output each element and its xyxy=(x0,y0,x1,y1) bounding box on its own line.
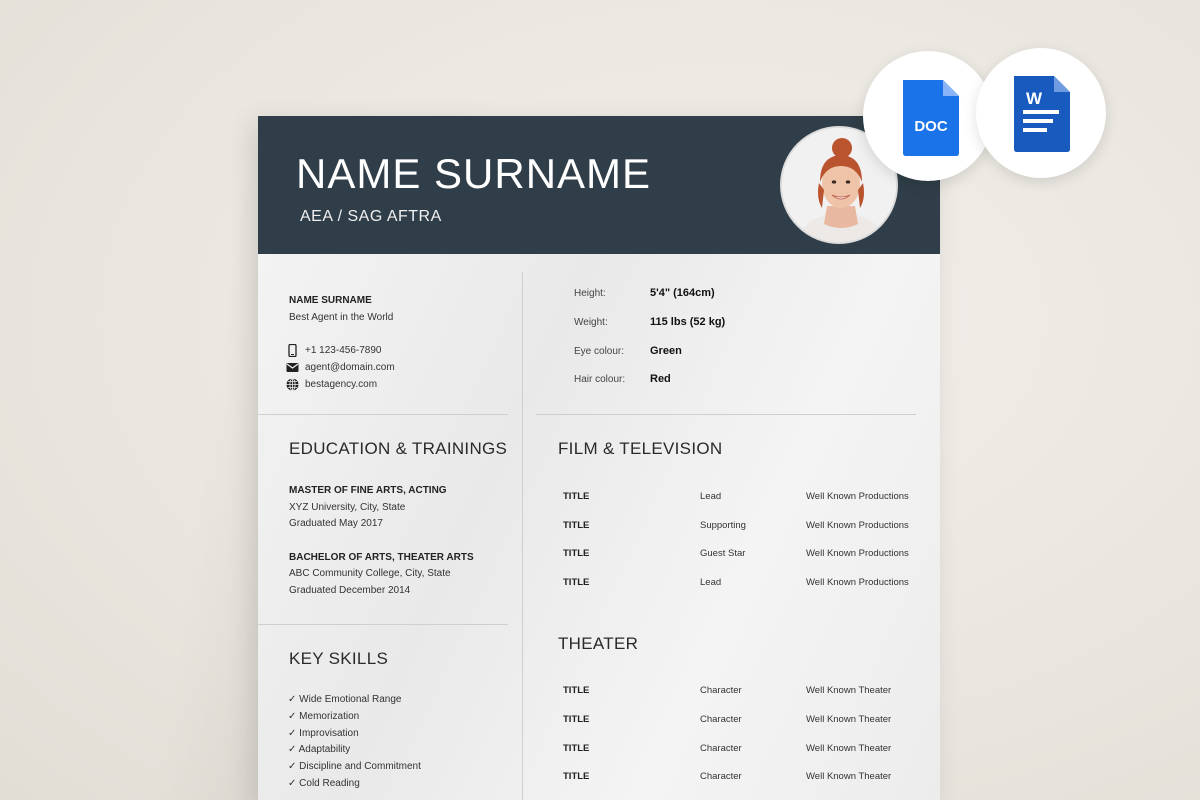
globe-icon xyxy=(286,378,299,391)
ms-word-icon: W xyxy=(1014,76,1070,152)
film-row-2-production: Well Known Productions xyxy=(806,520,909,531)
skill-label: Memorization xyxy=(299,711,360,722)
theater-row-4-title: TITLE xyxy=(563,771,590,782)
skill-label: Wide Emotional Range xyxy=(299,694,402,705)
stat-value-weight: 115 lbs (52 kg) xyxy=(650,316,726,328)
skills-title: KEY SKILLS xyxy=(289,649,389,668)
film-row-4-role: Lead xyxy=(700,577,722,588)
skill-item: ✓ Cold Reading xyxy=(288,778,360,789)
theater-row-2-production: Well Known Theater xyxy=(806,714,892,725)
theater-row-2-title: TITLE xyxy=(563,714,590,725)
film-row-2-title: TITLE xyxy=(563,520,590,531)
edu-1-school: XYZ University, City, State xyxy=(289,502,406,513)
film-row-3-production: Well Known Productions xyxy=(806,548,909,559)
resume-page: NAME SURNAME AEA / SAG AFTRA NAME SURNAM… xyxy=(258,116,940,800)
email-icon xyxy=(286,363,299,372)
theater-row-4-role: Character xyxy=(700,771,742,782)
column-divider xyxy=(522,272,523,800)
email-text: agent@domain.com xyxy=(305,362,395,373)
skill-label: Adaptability xyxy=(298,744,351,755)
film-row-1-title: TITLE xyxy=(563,491,590,502)
website-text: bestagency.com xyxy=(305,379,378,390)
contact-agent: Best Agent in the World xyxy=(289,312,394,323)
theater-row-1-production: Well Known Theater xyxy=(806,685,892,696)
edu-2-date: Graduated December 2014 xyxy=(289,585,411,596)
film-row-4-production: Well Known Productions xyxy=(806,577,909,588)
doc-label: DOC xyxy=(914,118,948,135)
word-label: W xyxy=(1026,89,1043,108)
skill-item: ✓ Adaptability xyxy=(288,744,351,755)
edu-2-degree: BACHELOR OF ARTS, THEATER ARTS xyxy=(289,552,474,563)
theater-row-3-title: TITLE xyxy=(563,743,590,754)
stat-value-height: 5'4" (164cm) xyxy=(650,287,715,299)
film-row-1-production: Well Known Productions xyxy=(806,491,909,502)
contact-website[interactable]: bestagency.com xyxy=(286,378,377,391)
film-row-2-role: Supporting xyxy=(700,520,746,531)
stat-label-height: Height: xyxy=(574,288,606,299)
theater-title: THEATER xyxy=(558,634,639,653)
contact-name: NAME SURNAME xyxy=(289,295,372,306)
theater-row-1-role: Character xyxy=(700,685,742,696)
theater-row-2-role: Character xyxy=(700,714,742,725)
stat-value-hair: Red xyxy=(650,373,671,385)
skill-item: ✓ Improvisation xyxy=(288,728,359,739)
skill-label: Discipline and Commitment xyxy=(299,761,421,772)
stat-label-hair: Hair colour: xyxy=(574,374,626,385)
contact-phone[interactable]: +1 123-456-7890 xyxy=(286,344,381,357)
resume-header: NAME SURNAME AEA / SAG AFTRA xyxy=(258,116,940,254)
film-row-3-role: Guest Star xyxy=(700,548,746,559)
film-row-3-title: TITLE xyxy=(563,548,590,559)
stat-label-eye: Eye colour: xyxy=(574,346,625,357)
skill-label: Improvisation xyxy=(299,728,359,739)
skill-label: Cold Reading xyxy=(299,778,360,789)
theater-row-4-production: Well Known Theater xyxy=(806,771,892,782)
skill-item: ✓ Discipline and Commitment xyxy=(288,761,421,772)
divider-left-2 xyxy=(258,624,508,625)
theater-row-3-production: Well Known Theater xyxy=(806,743,892,754)
divider-left-1 xyxy=(258,414,508,415)
edu-2-school: ABC Community College, City, State xyxy=(289,568,451,579)
skill-item: ✓ Memorization xyxy=(288,711,360,722)
film-row-1-role: Lead xyxy=(700,491,722,502)
theater-row-3-role: Character xyxy=(700,743,742,754)
stat-value-eye: Green xyxy=(650,345,682,357)
phone-icon xyxy=(288,344,297,357)
contact-email[interactable]: agent@domain.com xyxy=(286,361,395,374)
skill-item: ✓ Wide Emotional Range xyxy=(288,694,402,705)
film-row-4-title: TITLE xyxy=(563,577,590,588)
phone-text: +1 123-456-7890 xyxy=(305,345,382,356)
edu-1-date: Graduated May 2017 xyxy=(289,518,383,529)
theater-row-1-title: TITLE xyxy=(563,685,590,696)
actor-name: NAME SURNAME xyxy=(296,150,652,197)
google-docs-badge[interactable]: DOC xyxy=(863,51,993,181)
education-title: EDUCATION & TRAININGS xyxy=(289,439,508,458)
stat-label-weight: Weight: xyxy=(574,317,608,328)
divider-right-1 xyxy=(536,414,916,415)
edu-1-degree: MASTER OF FINE ARTS, ACTING xyxy=(289,485,447,496)
google-docs-icon: DOC xyxy=(903,80,959,156)
union-affiliation: AEA / SAG AFTRA xyxy=(300,208,442,225)
film-title: FILM & TELEVISION xyxy=(558,439,723,458)
ms-word-badge[interactable]: W xyxy=(976,48,1106,178)
